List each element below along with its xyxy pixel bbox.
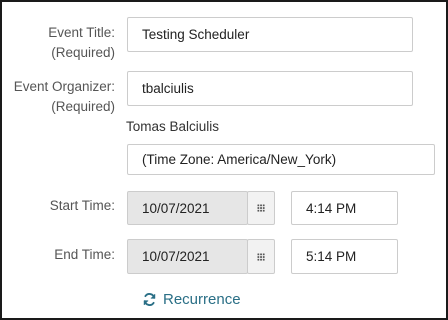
event-organizer-label-text: Event Organizer: xyxy=(13,79,115,94)
time-zone-field: (Time Zone: America/New_York) xyxy=(127,144,435,175)
start-time-input[interactable]: 4:14 PM xyxy=(291,191,398,225)
calendar-grid-icon xyxy=(257,252,265,261)
start-date-calendar-button[interactable] xyxy=(247,191,275,225)
event-title-input[interactable]: Testing Scheduler xyxy=(127,17,413,52)
end-date-calendar-button[interactable] xyxy=(247,239,275,274)
event-title-required-text: (Required) xyxy=(51,45,115,60)
event-form: Event Title: (Required) Testing Schedule… xyxy=(0,0,448,320)
end-time-label: End Time: xyxy=(54,247,115,262)
start-date-input: 10/07/2021 xyxy=(127,191,248,225)
event-organizer-value: tbalciulis xyxy=(142,81,194,96)
refresh-icon xyxy=(142,292,157,307)
event-title-label: Event Title: (Required) xyxy=(48,23,115,63)
recurrence-link[interactable]: Recurrence xyxy=(142,291,241,308)
event-organizer-required-text: (Required) xyxy=(51,99,115,114)
end-date-input: 10/07/2021 xyxy=(127,239,248,274)
end-date-value: 10/07/2021 xyxy=(142,249,210,264)
event-organizer-label: Event Organizer: (Required) xyxy=(14,77,115,117)
time-zone-value: (Time Zone: America/New_York) xyxy=(142,152,337,167)
start-time-value: 4:14 PM xyxy=(306,200,357,216)
recurrence-label: Recurrence xyxy=(163,291,241,308)
start-date-value: 10/07/2021 xyxy=(142,200,210,216)
event-organizer-input[interactable]: tbalciulis xyxy=(127,71,413,106)
calendar-grid-icon xyxy=(257,204,265,212)
end-time-input[interactable]: 5:14 PM xyxy=(291,239,398,274)
organizer-display-name: Tomas Balciulis xyxy=(126,119,220,134)
event-title-label-text: Event Title: xyxy=(48,25,115,40)
event-title-value: Testing Scheduler xyxy=(142,27,250,42)
start-time-label: Start Time: xyxy=(49,198,115,213)
end-time-value: 5:14 PM xyxy=(306,249,357,264)
